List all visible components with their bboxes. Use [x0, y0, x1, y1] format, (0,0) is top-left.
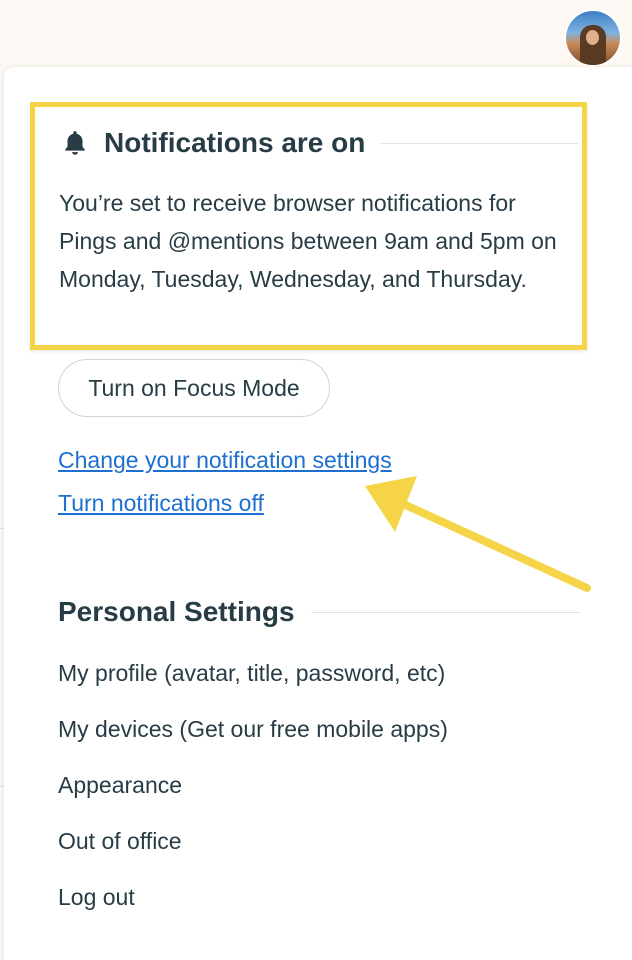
menu-item-log-out[interactable]: Log out	[58, 884, 135, 911]
heading-divider	[310, 611, 580, 613]
menu-item-appearance[interactable]: Appearance	[58, 772, 182, 799]
notifications-heading: Notifications are on	[60, 124, 578, 162]
focus-mode-button[interactable]: Turn on Focus Mode	[58, 359, 330, 417]
avatar-face	[586, 30, 599, 45]
notifications-heading-text: Notifications are on	[104, 127, 366, 158]
top-bar	[0, 0, 632, 66]
turn-notifications-off-link[interactable]: Turn notifications off	[58, 490, 264, 517]
menu-item-out-of-office[interactable]: Out of office	[58, 828, 182, 855]
menu-item-my-profile[interactable]: My profile (avatar, title, password, etc…	[58, 660, 445, 687]
avatar[interactable]	[566, 11, 620, 65]
menu-item-my-devices[interactable]: My devices (Get our free mobile apps)	[58, 716, 448, 743]
notifications-description: You’re set to receive browser notificati…	[59, 190, 557, 292]
change-notification-settings-link[interactable]: Change your notification settings	[58, 447, 392, 474]
bell-icon	[65, 131, 85, 155]
personal-settings-heading-text: Personal Settings	[58, 596, 295, 627]
personal-settings-heading: Personal Settings	[58, 594, 580, 630]
annotation-arrow	[365, 476, 591, 592]
heading-divider	[381, 142, 578, 144]
app-stage: Notifications are on You’re set to recei…	[0, 0, 632, 960]
